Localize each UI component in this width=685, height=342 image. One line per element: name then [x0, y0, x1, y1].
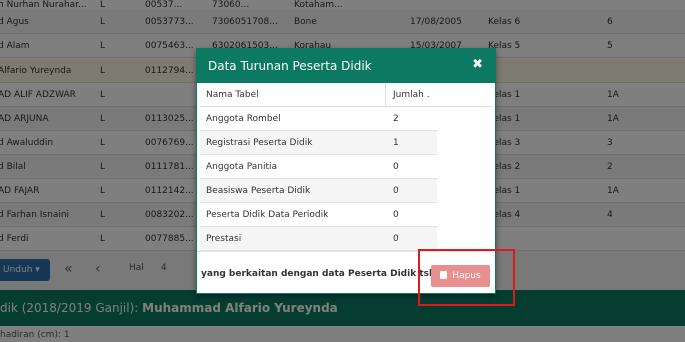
column-divider — [385, 83, 386, 107]
close-icon[interactable]: ✖ — [472, 57, 483, 72]
table-name-cell: Prestasi — [206, 234, 242, 244]
table-header: Nama Tabel Jumlah . — [200, 83, 492, 107]
record-count-cell: 0 — [393, 210, 399, 220]
record-count-cell: 0 — [393, 186, 399, 196]
modal-title: Data Turunan Peserta Didik — [208, 59, 372, 73]
table-name-cell: Beasiswa Peserta Didik — [206, 186, 311, 196]
table-name-cell: Anggota Rombel — [206, 114, 281, 124]
table-row: Registrasi Peserta Didik 1 — [200, 131, 437, 155]
table-name-cell: Peserta Didik Data Periodik — [206, 210, 329, 220]
modal-header: Data Turunan Peserta Didik ✖ — [197, 49, 495, 83]
record-count-cell: 2 — [393, 114, 399, 124]
table-row: Prestasi 0 — [200, 227, 437, 251]
column-header-name[interactable]: Nama Tabel — [206, 90, 259, 100]
table-row: Anggota Panitia 0 — [200, 155, 437, 179]
table-row: Anggota Rombel 2 — [200, 107, 437, 131]
annotation-highlight-box — [418, 249, 515, 306]
table-row: Peserta Didik Data Periodik 0 — [200, 203, 437, 227]
record-count-cell: 0 — [393, 234, 399, 244]
table-name-cell: Anggota Panitia — [206, 162, 277, 172]
footer-message: yang berkaitan dengan data Peserta Didik… — [201, 269, 436, 279]
table-row: Beasiswa Peserta Didik 0 — [200, 179, 437, 203]
column-header-count[interactable]: Jumlah . — [393, 90, 430, 100]
record-count-cell: 1 — [393, 138, 399, 148]
table-name-cell: Registrasi Peserta Didik — [206, 138, 313, 148]
record-count-cell: 0 — [393, 162, 399, 172]
